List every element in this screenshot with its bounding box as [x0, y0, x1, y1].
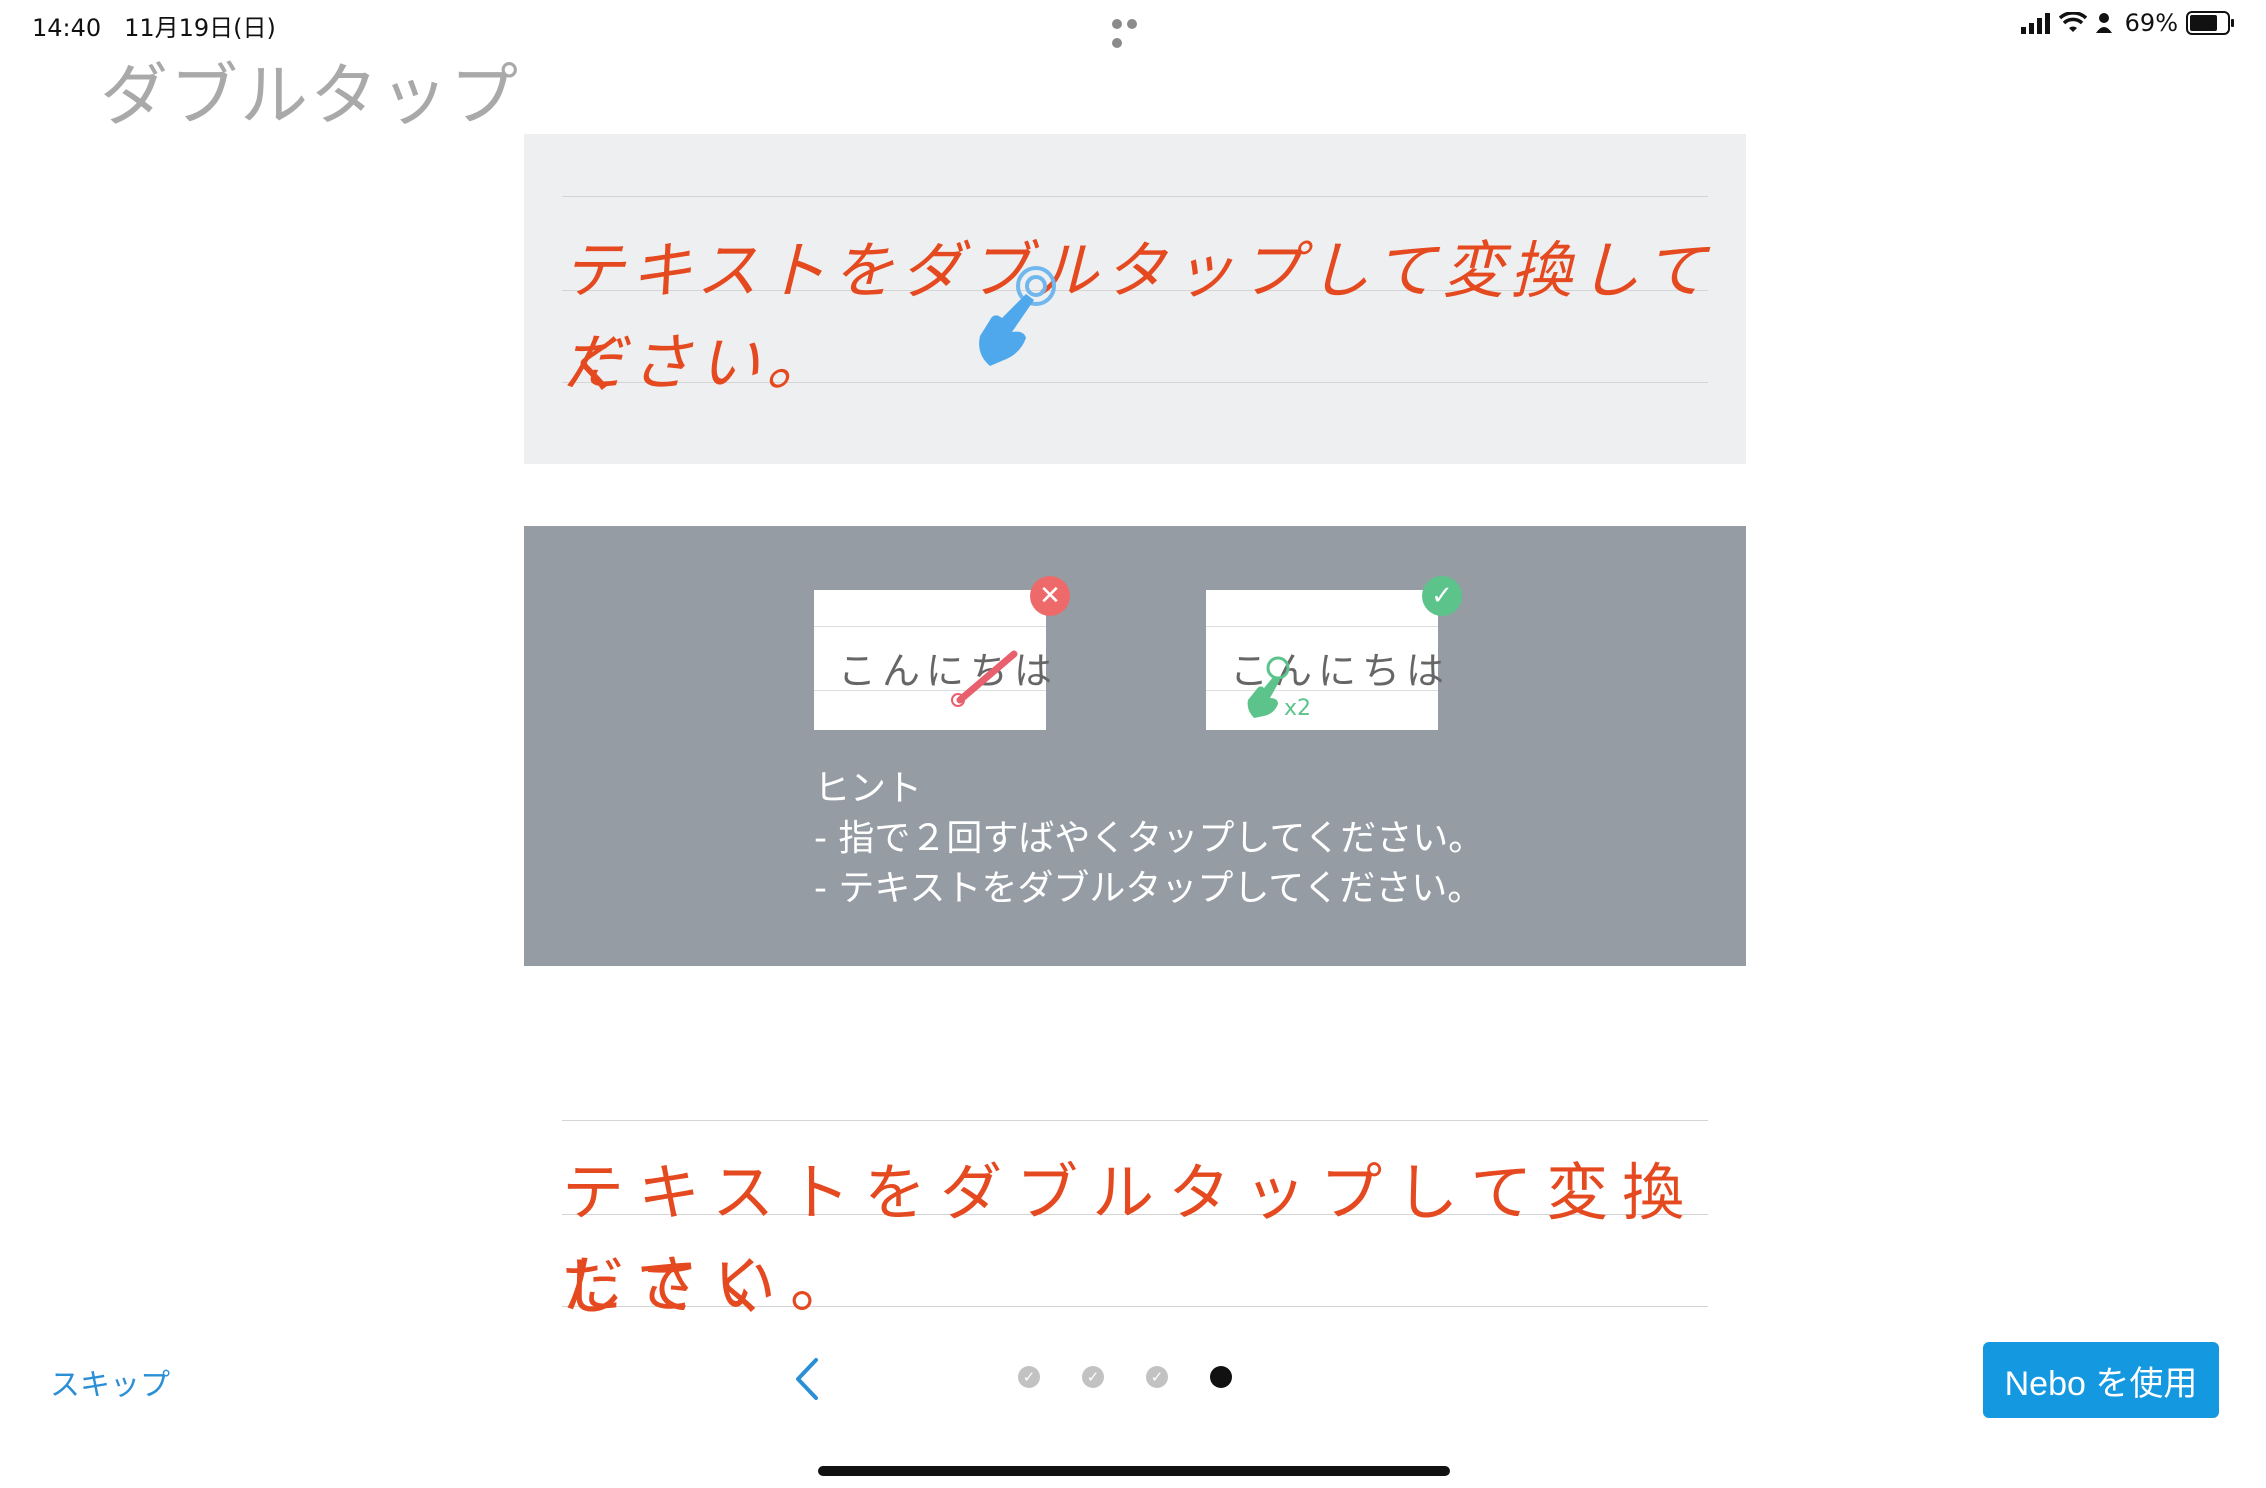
status-time: 14:40	[32, 14, 102, 42]
pager-dot-current[interactable]	[1210, 1366, 1232, 1388]
person-icon	[2095, 13, 2112, 33]
page-title: ダブルタップ	[100, 57, 521, 136]
back-chevron-icon[interactable]	[792, 1356, 822, 1402]
wrong-example-card: こんにちは ✕	[814, 576, 1070, 730]
status-indicators: 69%	[2020, 8, 2236, 38]
hint-heading: ヒント	[814, 768, 923, 809]
wifi-icon	[2058, 12, 2087, 32]
error-x-icon: ✕	[1030, 576, 1070, 616]
pager-dot-completed[interactable]: ✓	[1082, 1366, 1104, 1388]
demo-panel: テキストをダブルタップして変換してく ださい。	[524, 134, 1746, 464]
success-check-icon: ✓	[1422, 576, 1462, 616]
wrong-example-text: こんにちは	[838, 649, 1059, 693]
hint-tip-2: - テキストをダブルタップしてください。	[814, 868, 1484, 909]
home-indicator[interactable]	[818, 1466, 1450, 1476]
double-tap-hand-icon	[979, 266, 1056, 366]
use-nebo-button[interactable]: Nebo を使用	[1983, 1342, 2219, 1418]
multitasking-dots-icon[interactable]	[1112, 14, 1156, 48]
ruled-line	[562, 1120, 1708, 1121]
practice-handwriting-line-2[interactable]: ださい。	[562, 1238, 1722, 1332]
status-time-date: 14:40 11月19日(日)	[32, 8, 276, 43]
pen-strike-icon	[951, 650, 1018, 707]
ruled-line	[562, 196, 1708, 197]
signal-icon	[2020, 13, 2050, 34]
page-indicator: ✓ ✓ ✓	[1018, 1366, 1232, 1388]
pager-dot-completed[interactable]: ✓	[1146, 1366, 1168, 1388]
skip-link[interactable]: スキップ	[50, 1360, 170, 1404]
battery-icon	[2186, 11, 2234, 35]
pager-dot-completed[interactable]: ✓	[1018, 1366, 1040, 1388]
hint-panel: こんにちは ✕ こんにちは x2 ✓ ヒント - 指で２回すばやくタップしてくだ…	[524, 526, 1746, 966]
hint-text-block: ヒント - 指で２回すばやくタップしてください。 - テキストをダブルタップして…	[814, 764, 1484, 914]
hint-tip-1: - 指で２回すばやくタップしてください。	[814, 818, 1485, 859]
status-date: 11月19日(日)	[124, 14, 276, 42]
demo-handwriting-line-2: ださい。	[562, 326, 835, 399]
battery-percent: 69%	[2124, 9, 2178, 37]
correct-example-card: こんにちは x2 ✓	[1206, 576, 1462, 730]
practice-writing-area[interactable]: テキストをダブルタップして変換してく ださい。	[524, 1100, 1746, 1323]
double-tap-caption: x2	[1284, 696, 1312, 721]
